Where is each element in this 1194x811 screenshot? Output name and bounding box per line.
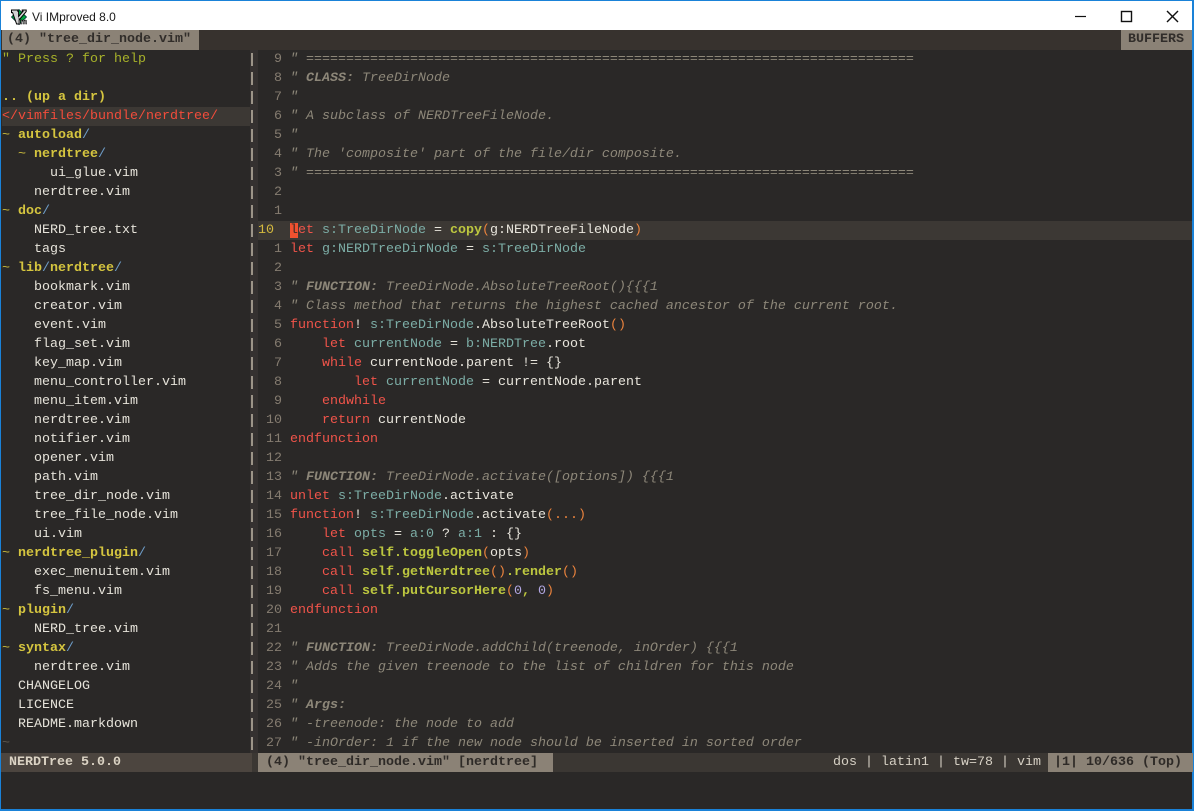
- svg-text:im: im: [18, 17, 27, 26]
